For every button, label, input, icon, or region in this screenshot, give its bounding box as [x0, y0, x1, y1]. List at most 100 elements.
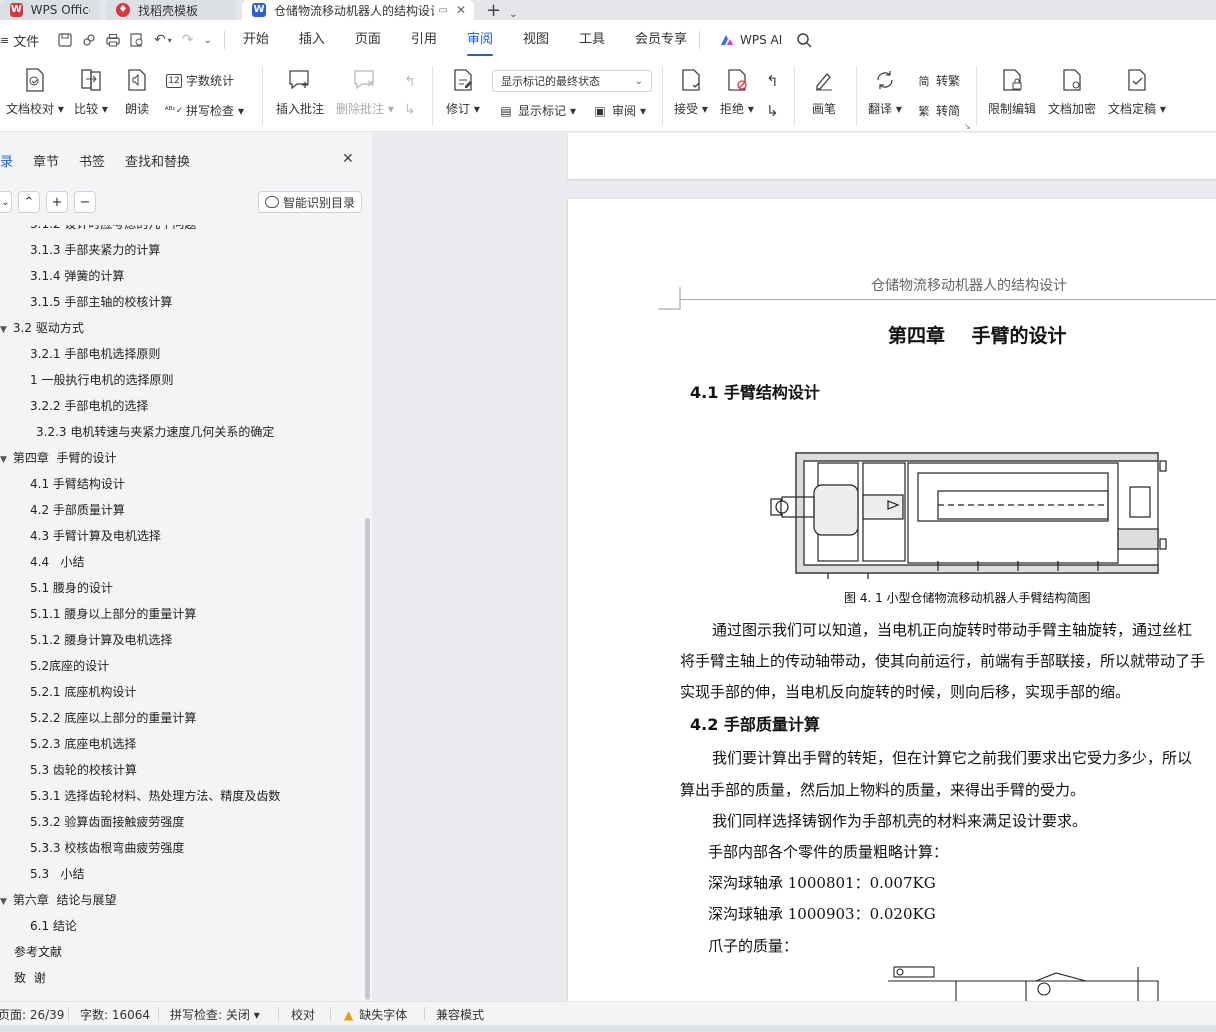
spell-check-button[interactable]: ᴬᴮᶜ✓ 拼写检查 ▾: [165, 102, 244, 119]
add-heading-icon[interactable]: +: [46, 191, 68, 213]
remove-heading-icon[interactable]: −: [74, 191, 96, 213]
compare-button[interactable]: 比较 ▾: [74, 68, 108, 117]
status-divider: [68, 1007, 69, 1021]
toc-item[interactable]: 5.2.2 底座以上部分的重量计算: [30, 709, 196, 726]
toc-item[interactable]: 6.1 结论: [30, 917, 77, 934]
read-aloud-button[interactable]: 朗读: [125, 68, 149, 117]
print-preview-icon[interactable]: [130, 33, 144, 47]
tab-template[interactable]: ♦ 找稻壳模板: [106, 0, 236, 20]
toc-item[interactable]: 参考文献: [14, 943, 62, 960]
save-icon[interactable]: [58, 33, 72, 47]
tab-page[interactable]: 页面: [355, 20, 381, 60]
tab-insert[interactable]: 插入: [299, 20, 325, 60]
doc-check-button[interactable]: 文档校对 ▾: [6, 68, 64, 117]
word-count-status[interactable]: 字数: 16064: [80, 1006, 150, 1023]
toc-item[interactable]: 3.1.3 手部夹紧力的计算: [30, 241, 160, 258]
toc-item[interactable]: 5.3 小结: [30, 865, 85, 882]
expand-triangle-icon[interactable]: ▼: [0, 455, 7, 465]
expand-triangle-icon[interactable]: ▼: [0, 897, 7, 907]
body-paragraph-1-line-2: 将手臂主轴上的传动轴带动，使其向前运行，前端有手部联接，所以就带动了手: [680, 652, 1206, 670]
toc-item[interactable]: 5.3.2 验算齿面接触疲劳强度: [30, 813, 184, 830]
tab-view[interactable]: 视图: [523, 20, 549, 60]
toc-scrollbar[interactable]: [365, 518, 370, 1000]
restrict-editing-button[interactable]: 限制编辑: [988, 68, 1036, 117]
undo-icon[interactable]: ↶: [154, 32, 166, 48]
word-count-button[interactable]: 12 字数统计: [166, 72, 234, 89]
close-pane-icon[interactable]: ✕: [342, 151, 354, 167]
close-tab-icon[interactable]: ✕: [456, 3, 466, 17]
toc-item[interactable]: ▼ 3.2 驱动方式: [0, 319, 84, 336]
pen-button[interactable]: 画笔: [812, 68, 836, 117]
toc-item[interactable]: 5.3.1 选择齿轮材料、热处理方法、精度及齿数: [30, 787, 280, 804]
monitor-icon[interactable]: ▭: [439, 5, 448, 16]
accept-button[interactable]: 接受 ▾: [674, 68, 708, 117]
wps-ai-button[interactable]: WPS AI: [720, 33, 782, 47]
toc-item[interactable]: 5.2底座的设计: [30, 657, 109, 674]
nav-tab-find-replace[interactable]: 查找和替换: [125, 151, 190, 170]
toc-item[interactable]: 5.2.3 底座电机选择: [30, 735, 136, 752]
track-changes-button[interactable]: 修订 ▾: [446, 68, 480, 117]
tab-review[interactable]: 审阅: [466, 20, 493, 60]
toc-item[interactable]: 3.2.1 手部电机选择原则: [30, 345, 160, 362]
markup-mode-select[interactable]: 显示标记的最终状态 ⌄: [492, 70, 652, 92]
nav-tab-bookmarks[interactable]: 书签: [79, 151, 105, 170]
toc-item[interactable]: 致 谢: [14, 969, 46, 986]
nav-tab-chapters[interactable]: 章节: [33, 151, 59, 170]
tab-member[interactable]: 会员专享: [635, 20, 687, 60]
tab-home[interactable]: 开始: [243, 20, 269, 60]
toc-item[interactable]: 3.1.5 手部主轴的校核计算: [30, 293, 172, 310]
tab-references[interactable]: 引用: [411, 20, 437, 60]
document-canvas[interactable]: 仓储物流移动机器人的结构设计 第四章 手臂的设计 4.1 手臂结构设计 图 4.…: [372, 133, 1216, 1001]
dialog-launcher-icon[interactable]: ↘: [964, 122, 971, 131]
search-icon[interactable]: [796, 32, 812, 48]
toc-item[interactable]: 4.1 手臂结构设计: [30, 475, 125, 492]
toc-item[interactable]: 4.3 手臂计算及电机选择: [30, 527, 161, 544]
tab-tools[interactable]: 工具: [579, 20, 605, 60]
toc-item[interactable]: 3.2.2 手部电机的选择: [30, 397, 148, 414]
toc-item[interactable]: 5.1 腰身的设计: [30, 579, 113, 596]
tab-wps-office[interactable]: W WPS Office: [0, 0, 100, 20]
toc-item[interactable]: 5.3 齿轮的校核计算: [30, 761, 137, 778]
move-up-icon[interactable]: ⌃: [18, 191, 40, 213]
toc-item[interactable]: 1 一般执行电机的选择原则: [30, 371, 173, 388]
toc-item[interactable]: 4.2 手部质量计算: [30, 501, 125, 518]
toc-item[interactable]: 5.3.3 校核齿根弯曲疲劳强度: [30, 839, 184, 856]
tab-document[interactable]: W 仓储物流移动机器人的结构设计 ▭ ✕: [242, 0, 474, 20]
toc-item[interactable]: 5.2.1 底座机构设计: [30, 683, 136, 700]
toc-item-label: 3.1.5 手部主轴的校核计算: [30, 295, 173, 309]
toc-item[interactable]: 3.1.2 设计时应考虑的几个问题: [30, 225, 196, 232]
missing-font-status[interactable]: ▲ 缺失字体: [344, 1006, 407, 1023]
new-tab-icon[interactable]: +: [486, 2, 501, 20]
tab-list-chevron-icon[interactable]: ⌄: [509, 9, 517, 20]
insert-comment-button[interactable]: 插入批注: [276, 68, 324, 117]
toc-item[interactable]: ▼ 第六章 结论与展望: [0, 891, 117, 908]
toc-item[interactable]: 3.1.4 弹簧的计算: [30, 267, 124, 284]
toc-item[interactable]: 5.1.2 腰身计算及电机选择: [30, 631, 172, 648]
finalize-doc-button[interactable]: 文档定稿 ▾: [1108, 68, 1166, 117]
spell-check-status[interactable]: 拼写检查: 关闭 ▾: [170, 1006, 260, 1023]
nav-tab-toc[interactable]: 录: [0, 151, 13, 170]
show-markup-button[interactable]: ▤ 显示标记 ▾: [498, 102, 576, 119]
next-change-icon[interactable]: ↳: [766, 102, 779, 120]
translate-button[interactable]: 翻译 ▾: [868, 68, 902, 117]
collapse-dropdown-icon[interactable]: ⌄: [0, 191, 12, 213]
expand-triangle-icon[interactable]: ▼: [0, 325, 7, 335]
print-icon[interactable]: [106, 33, 120, 47]
toc-item[interactable]: 4.4 小结: [30, 553, 85, 570]
prev-change-icon[interactable]: ↰: [766, 72, 779, 90]
toc-item[interactable]: 5.1.1 腰身以上部分的重量计算: [30, 605, 196, 622]
review-pane-button[interactable]: ▣ 审阅 ▾: [592, 102, 646, 119]
smart-toc-button[interactable]: 智能识别目录: [258, 191, 362, 213]
encrypt-doc-button[interactable]: 文档加密: [1048, 68, 1096, 117]
proofread-status[interactable]: 校对: [291, 1006, 315, 1023]
to-traditional-button[interactable]: 简 转繁: [916, 72, 961, 89]
to-simplified-button[interactable]: 繁 转简: [916, 102, 961, 119]
file-menu[interactable]: ≡ 文件: [0, 31, 44, 50]
undo-dropdown-icon[interactable]: ▾: [168, 36, 172, 45]
page-indicator[interactable]: 页面: 26/39: [0, 1006, 64, 1023]
link-icon[interactable]: [82, 33, 96, 47]
toc-item[interactable]: ▼ 第四章 手臂的设计: [0, 449, 117, 466]
reject-button[interactable]: 拒绝 ▾: [720, 68, 754, 117]
toc-item[interactable]: 3.2.3 电机转速与夹紧力速度几何关系的确定: [36, 423, 274, 440]
more-chevron-icon[interactable]: ⌄: [203, 35, 211, 46]
